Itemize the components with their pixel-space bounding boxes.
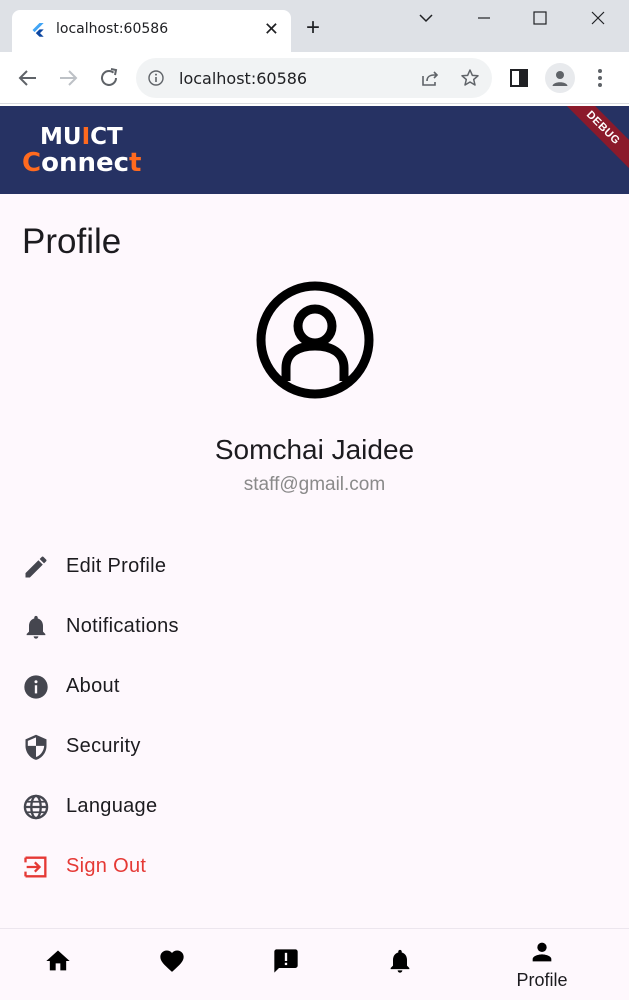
more-menu-icon[interactable] [588, 66, 612, 90]
menu-item-sign-out[interactable]: Sign Out [0, 836, 629, 896]
nav-label-profile: Profile [516, 970, 568, 990]
menu-item-notifications[interactable]: Notifications [0, 596, 629, 656]
profile-avatar-button[interactable] [545, 63, 575, 93]
logo-text-mu: MU [40, 124, 82, 150]
globe-icon [23, 794, 49, 820]
bell-icon [390, 949, 410, 973]
logo-text-ct: CT [90, 124, 123, 150]
forward-arrow-icon[interactable] [56, 66, 80, 90]
share-icon[interactable] [420, 68, 440, 88]
user-email: staff@gmail.com [243, 474, 386, 495]
flutter-icon [32, 23, 44, 37]
profile-page: Profile Somchai Jaidee staff@gmail.com E… [0, 194, 629, 928]
tab-title: localhost:60586 [56, 21, 169, 37]
bottom-navigation: Profile [0, 928, 629, 1000]
minimize-icon[interactable] [474, 8, 494, 28]
nav-item-notifications[interactable] [350, 929, 450, 1000]
info-icon [24, 675, 48, 699]
page-title: Profile [22, 222, 122, 261]
menu-item-language[interactable]: Language [0, 776, 629, 836]
logo-text-t: t [129, 148, 142, 178]
report-icon [274, 949, 298, 973]
menu-item-about[interactable]: About [0, 656, 629, 716]
menu-item-edit-profile[interactable]: Edit Profile [0, 536, 629, 596]
reload-icon[interactable] [97, 66, 121, 90]
menu-item-label: Edit Profile [66, 555, 167, 577]
menu-item-label: Language [66, 795, 158, 817]
nav-item-report[interactable] [236, 929, 336, 1000]
nav-item-favorites[interactable] [122, 929, 222, 1000]
new-tab-button[interactable]: + [306, 16, 320, 40]
browser-toolbar: localhost:60586 [0, 52, 629, 104]
url-text[interactable]: localhost:60586 [179, 69, 307, 88]
logout-icon [24, 856, 47, 878]
address-bar[interactable]: localhost:60586 [136, 58, 492, 98]
logo-text-onnec: onnec [41, 148, 130, 178]
menu-item-label: About [66, 675, 120, 697]
nav-item-home[interactable] [8, 929, 108, 1000]
logo-text-c: C [22, 148, 42, 178]
app-header: MUICT Connect DEBUG [0, 106, 629, 194]
maximize-icon[interactable] [530, 8, 550, 28]
heart-icon [160, 950, 184, 972]
browser-tabstrip: localhost:60586 ✕ + [0, 0, 629, 52]
menu-item-label: Sign Out [66, 855, 147, 877]
site-info-icon[interactable] [148, 70, 164, 86]
user-avatar-icon [256, 281, 374, 399]
muict-connect-logo: MUICT Connect [22, 124, 141, 176]
home-icon [46, 950, 70, 971]
back-arrow-icon[interactable] [16, 66, 40, 90]
menu-item-label: Security [66, 735, 141, 757]
tab-search-chevron-icon[interactable] [416, 8, 436, 28]
shield-icon [25, 734, 47, 760]
user-name: Somchai Jaidee [214, 434, 415, 465]
side-panel-icon[interactable] [507, 66, 531, 90]
close-window-icon[interactable] [588, 8, 608, 28]
pencil-icon [25, 556, 47, 578]
person-icon [532, 942, 552, 962]
debug-banner: DEBUG [553, 106, 629, 178]
logo-text-i: I [81, 124, 91, 150]
account-icon [552, 71, 568, 86]
bell-icon [26, 615, 46, 639]
nav-item-profile[interactable]: Profile [492, 929, 592, 1000]
menu-item-label: Notifications [66, 615, 179, 637]
tab-close-icon[interactable]: ✕ [264, 20, 279, 38]
bookmark-star-icon[interactable] [460, 68, 480, 88]
menu-item-security[interactable]: Security [0, 716, 629, 776]
browser-tab[interactable]: localhost:60586 ✕ [12, 10, 291, 52]
